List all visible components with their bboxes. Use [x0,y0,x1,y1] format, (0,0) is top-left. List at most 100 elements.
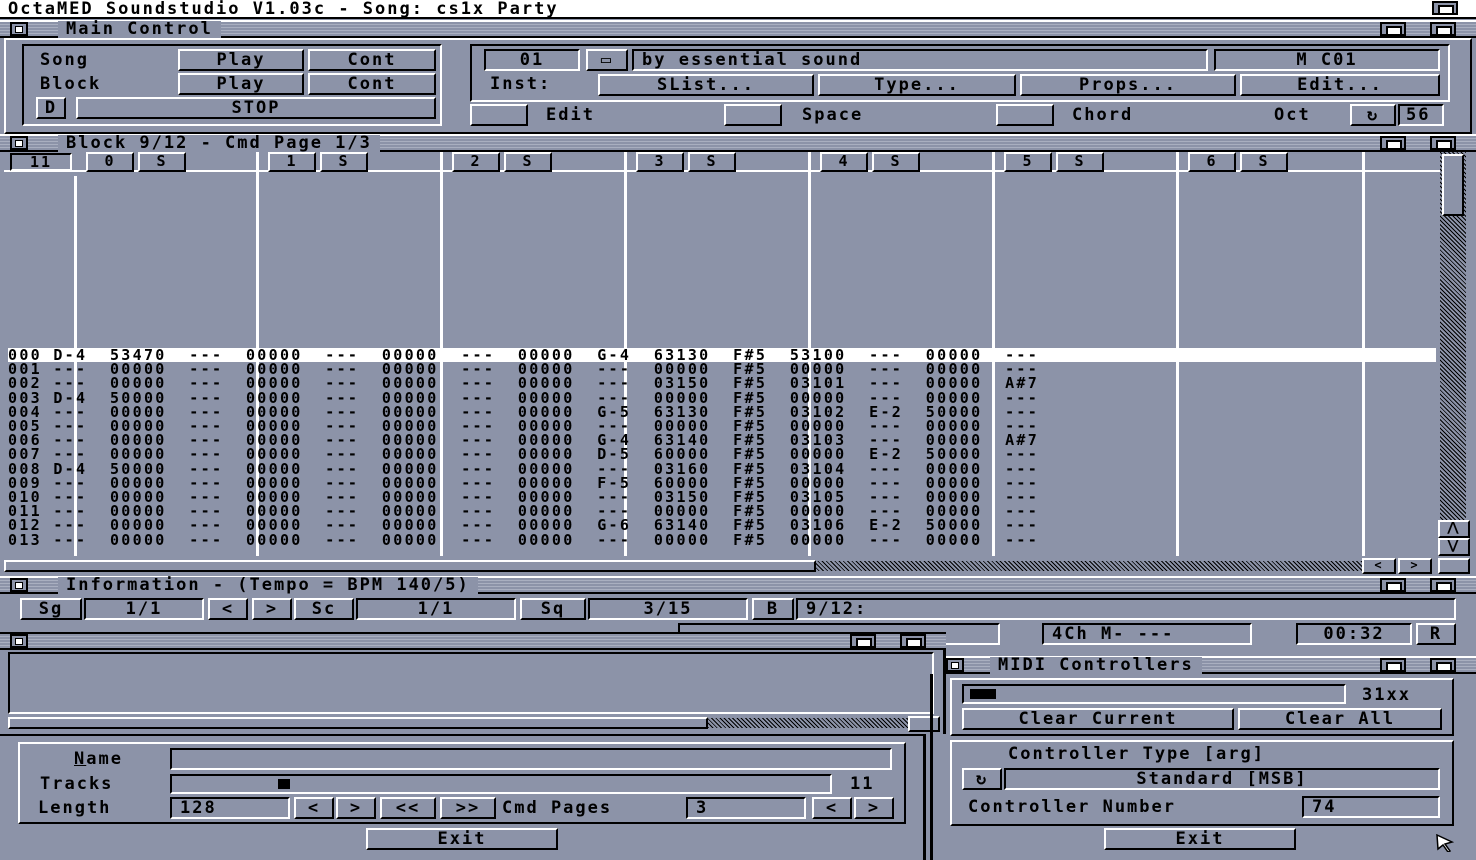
info-title: Information - (Tempo = BPM 140/5) [58,577,478,594]
tracks-slider[interactable] [170,774,832,794]
sc-button[interactable]: Sc [294,598,354,620]
resize-icon[interactable] [1438,558,1470,574]
track-number-0[interactable]: 0 [86,152,134,172]
overlay-list[interactable] [8,652,934,714]
solo-button-1[interactable]: S [320,152,368,172]
vertical-scroll-knob[interactable] [1442,154,1464,216]
depth-icon[interactable] [1430,658,1456,672]
length-halve-icon[interactable]: << [380,797,436,819]
overlay-window-titlebar[interactable] [0,632,946,650]
tracks-slider-knob[interactable] [278,779,290,789]
length-field[interactable]: 128 [170,797,290,819]
space-toggle[interactable] [724,104,782,126]
cmd-pages-field[interactable]: 3 [686,797,806,819]
type-button[interactable]: Type... [818,74,1016,96]
ctrl-type-value[interactable]: Standard [MSB] [1004,768,1440,790]
midi-titlebar[interactable]: MIDI Controllers [946,656,1476,674]
overlay-hscroll-knob[interactable] [8,717,708,729]
track-count: 11 [10,153,72,171]
solo-button-2[interactable]: S [504,152,552,172]
edit-instrument-button[interactable]: Edit... [1240,74,1440,96]
b-button[interactable]: B [752,598,794,620]
clear-all-button[interactable]: Clear All [1238,708,1442,730]
zoom-icon[interactable] [1380,22,1406,36]
d-button[interactable]: D [36,97,66,119]
scroll-down-icon[interactable]: ⋁ [1438,538,1470,556]
block-editor-titlebar[interactable]: Block 9/12 - Cmd Page 1/3 [0,134,1476,152]
length-next-icon[interactable]: > [336,797,376,819]
scroll-up-icon[interactable]: ⋀ [1438,520,1470,538]
props-exit-button[interactable]: Exit [366,828,558,850]
block-name-field[interactable] [170,748,892,770]
solo-button-4[interactable]: S [872,152,920,172]
track-number-5[interactable]: 5 [1004,152,1052,172]
track-number-6[interactable]: 6 [1188,152,1236,172]
ctrl-number-field[interactable]: 74 [1302,796,1440,818]
close-icon[interactable] [10,578,28,592]
sg-next-icon[interactable]: > [252,598,292,620]
depth-icon[interactable] [1430,136,1456,150]
close-icon[interactable] [10,634,28,648]
sg-prev-icon[interactable]: < [208,598,248,620]
scroll-left-icon[interactable]: < [1362,558,1396,574]
instrument-number[interactable]: 01 [484,49,580,71]
oct-value[interactable]: 56 [1398,104,1444,126]
ctrl-value-slider[interactable] [962,684,1346,704]
length-double-icon[interactable]: >> [440,797,496,819]
load-instrument-button[interactable]: ▭ [586,49,628,71]
song-cont-button[interactable]: Cont [308,49,436,71]
cycle-icon: ↻ [1366,105,1380,125]
depth-icon[interactable] [900,634,926,648]
track-number-4[interactable]: 4 [820,152,868,172]
info-titlebar[interactable]: Information - (Tempo = BPM 140/5) [0,576,1476,594]
track-number-2[interactable]: 2 [452,152,500,172]
r-button[interactable]: R [1416,623,1456,645]
scroll-right-icon[interactable]: > [1398,558,1432,574]
close-icon[interactable] [10,22,28,36]
clear-current-button[interactable]: Clear Current [962,708,1234,730]
close-icon[interactable] [946,658,964,672]
edit-toggle[interactable] [470,104,528,126]
length-prev-icon[interactable]: < [294,797,334,819]
main-control-titlebar[interactable]: Main Control [0,20,1476,38]
song-play-button[interactable]: Play [178,49,304,71]
horizontal-scroll-knob[interactable] [4,560,816,572]
screen-depth-icon[interactable] [1432,1,1458,15]
cmd-pages-prev-icon[interactable]: < [812,797,852,819]
edit-toggle-label: Edit [546,105,595,125]
stop-button[interactable]: STOP [76,97,436,119]
solo-button-0[interactable]: S [138,152,186,172]
solo-button-5[interactable]: S [1056,152,1104,172]
zoom-icon[interactable] [1380,578,1406,592]
oct-cycle-button[interactable]: ↻ [1350,104,1396,126]
instrument-name[interactable]: by essential sound [632,49,1208,71]
song-label: Song [40,50,89,70]
props-button[interactable]: Props... [1020,74,1236,96]
midi-channel[interactable]: M C01 [1214,49,1440,71]
zoom-icon[interactable] [1380,658,1406,672]
track-number-1[interactable]: 1 [268,152,316,172]
zoom-icon[interactable] [1380,136,1406,150]
zoom-icon[interactable] [850,634,876,648]
block-cont-button[interactable]: Cont [308,73,436,95]
track-number-3[interactable]: 3 [636,152,684,172]
slist-button[interactable]: SList... [598,74,814,96]
sg-button[interactable]: Sg [20,598,82,620]
midi-exit-button[interactable]: Exit [1104,828,1296,850]
solo-button-3[interactable]: S [688,152,736,172]
solo-button-6[interactable]: S [1240,152,1288,172]
sq-button[interactable]: Sq [520,598,586,620]
sg-value: 1/1 [84,598,204,620]
depth-icon[interactable] [1430,22,1456,36]
close-icon[interactable] [10,136,28,150]
cmd-pages-label: Cmd Pages [502,798,613,818]
chord-toggle[interactable] [996,104,1054,126]
tracks-value: 11 [850,774,875,794]
cmd-pages-next-icon[interactable]: > [854,797,894,819]
ctrl-type-cycle-icon[interactable]: ↻ [962,768,1002,790]
block-play-button[interactable]: Play [178,73,304,95]
ctrl-value-knob[interactable] [970,689,996,699]
pattern-row[interactable]: 013 --- 00000 --- 00000 --- 00000 --- 00… [8,532,1436,547]
sq-value: 3/15 [588,598,748,620]
depth-icon[interactable] [1430,578,1456,592]
